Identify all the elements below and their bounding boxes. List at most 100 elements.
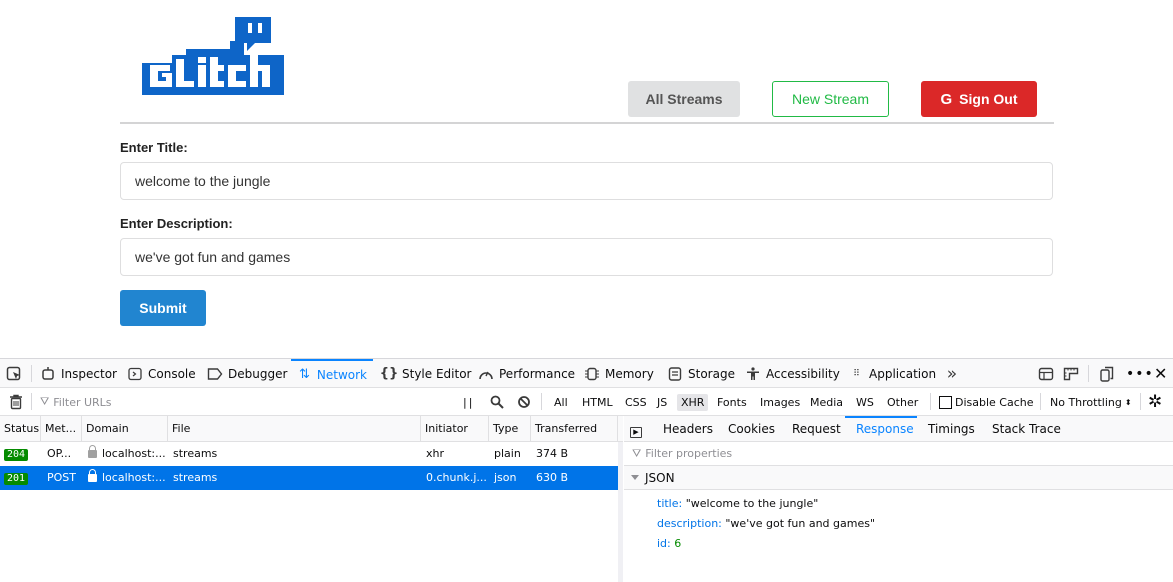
type-filter-all[interactable]: All [550,388,572,416]
responsive-design-icon [1099,366,1115,382]
close-icon: ✕ [1154,364,1168,383]
submit-button[interactable]: Submit [120,290,206,326]
type-cell: plain [494,447,521,460]
network-filter-bar: ⛛ Filter URLs || All HTML CSS JS XHR Fon… [0,388,1173,416]
filter-separator [31,393,32,410]
tab-performance[interactable]: Performance [478,359,575,388]
type-filter-other[interactable]: Other [883,388,922,416]
type-filter-js[interactable]: JS [653,388,671,416]
rulers-button[interactable] [1063,359,1079,388]
pause-icon: || [463,395,475,409]
column-status[interactable]: Status [0,416,41,442]
tab-storage[interactable]: Storage [667,359,735,388]
glitch-logo[interactable] [142,15,292,107]
type-filter-fonts[interactable]: Fonts [713,388,751,416]
debugger-icon [207,366,223,382]
sidebar-toggle-icon: ▶ [630,427,642,438]
type-filter-html[interactable]: HTML [578,388,617,416]
tab-cookies[interactable]: Cookies [728,416,775,442]
toolbar-separator [1088,365,1089,382]
tab-application[interactable]: ⠿ Application [848,359,936,388]
all-streams-button[interactable]: All Streams [628,81,740,117]
column-initiator[interactable]: Initiator [421,416,489,442]
tab-style-editor[interactable]: {} Style Editor [380,359,472,388]
tab-network[interactable]: ⇅ Network [291,359,373,388]
network-icon: ⇅ [298,367,310,382]
google-icon: G [940,90,953,108]
tab-stack-trace[interactable]: Stack Trace [992,416,1061,442]
column-domain[interactable]: Domain [82,416,168,442]
new-stream-label: New Stream [791,91,870,107]
tab-inspector[interactable]: Inspector [40,359,117,388]
transferred-cell: 630 B [536,471,569,484]
type-filter-images[interactable]: Images [756,388,804,416]
tab-headers[interactable]: Headers [663,416,713,442]
json-property-description: description: "we've got fun and games" [657,517,876,530]
tab-label: Style Editor [402,366,472,381]
column-transferred[interactable]: Transferred [531,416,618,442]
tab-label: Application [869,366,937,381]
new-stream-button[interactable]: New Stream [772,81,889,117]
type-filter-xhr[interactable]: XHR [677,388,709,416]
filter-urls-input[interactable]: ⛛ Filter URLs [40,388,450,416]
column-method[interactable]: Met... [41,416,82,442]
block-requests-button[interactable] [516,388,532,416]
throttling-select[interactable]: No Throttling ⬍ [1050,388,1132,416]
filter-separator [1140,393,1141,410]
network-settings-button[interactable]: ✲ [1148,388,1162,416]
clear-requests-button[interactable] [8,388,24,416]
ruler-icon [1063,366,1079,382]
tab-label: Memory [605,366,654,381]
request-list: Status Met... Domain File Initiator Type… [0,416,623,582]
search-button[interactable] [489,388,505,416]
chevron-double-right-icon: » [946,363,958,384]
request-row-selected[interactable]: 201 POST localhost:... streams 0.chunk.j… [0,466,618,490]
type-filter-media[interactable]: Media [806,388,847,416]
sign-out-button[interactable]: G Sign Out [921,81,1037,117]
tab-response[interactable]: Response [845,416,917,442]
tab-label: Console [148,366,196,381]
trash-icon [8,394,24,410]
more-options-button[interactable]: ••• [1126,359,1154,388]
responsive-mode-button[interactable] [1099,359,1115,388]
json-section-label: JSON [645,470,675,485]
initiator-cell[interactable]: 0.chunk.j... [422,466,488,490]
initiator-cell[interactable]: xhr [422,442,488,466]
toggle-sidebar-button[interactable]: ▶ [630,416,642,442]
json-section-header[interactable]: JSON [624,466,1173,490]
request-row[interactable]: 204 OP... localhost:... streams xhr plai… [0,442,618,466]
column-file[interactable]: File [168,416,421,442]
request-list-scrollbar[interactable] [618,442,623,582]
domain-cell: localhost:... [84,442,168,466]
tab-request[interactable]: Request [792,416,841,442]
element-picker-button[interactable] [6,359,22,388]
dock-options-button[interactable] [1038,359,1054,388]
more-tools-button[interactable]: » [944,359,960,388]
filter-properties-input[interactable]: ⛛ Filter properties [624,442,1173,466]
type-cell: json [494,471,517,484]
tab-memory[interactable]: Memory [584,359,654,388]
application-icon: ⠿ [853,368,860,379]
tab-accessibility[interactable]: Accessibility [745,359,840,388]
tab-timings[interactable]: Timings [928,416,975,442]
tab-console[interactable]: Console [127,359,196,388]
disable-cache-label: Disable Cache [955,395,1034,409]
title-input[interactable] [120,162,1053,200]
type-filter-ws[interactable]: WS [852,388,878,416]
disable-cache-checkbox[interactable]: Disable Cache [939,388,1034,416]
console-icon [127,366,143,382]
tab-label: Network [316,367,367,382]
tab-debugger[interactable]: Debugger [207,359,287,388]
close-devtools-button[interactable]: ✕ [1154,359,1167,388]
checkbox-icon [939,395,952,409]
type-filter-css[interactable]: CSS [621,388,651,416]
column-type[interactable]: Type [489,416,531,442]
request-details-panel: ▶ Headers Cookies Request Response Timin… [624,416,1173,582]
pause-recording-button[interactable]: || [463,388,474,416]
memory-icon [584,366,600,382]
devtools-toolbar: Inspector Console Debugger ⇅ Network {} … [0,359,1173,388]
filter-separator [1040,393,1041,410]
description-input[interactable] [120,238,1053,276]
filter-separator [541,393,542,410]
app-header: All Streams New Stream G Sign Out [120,0,1054,124]
